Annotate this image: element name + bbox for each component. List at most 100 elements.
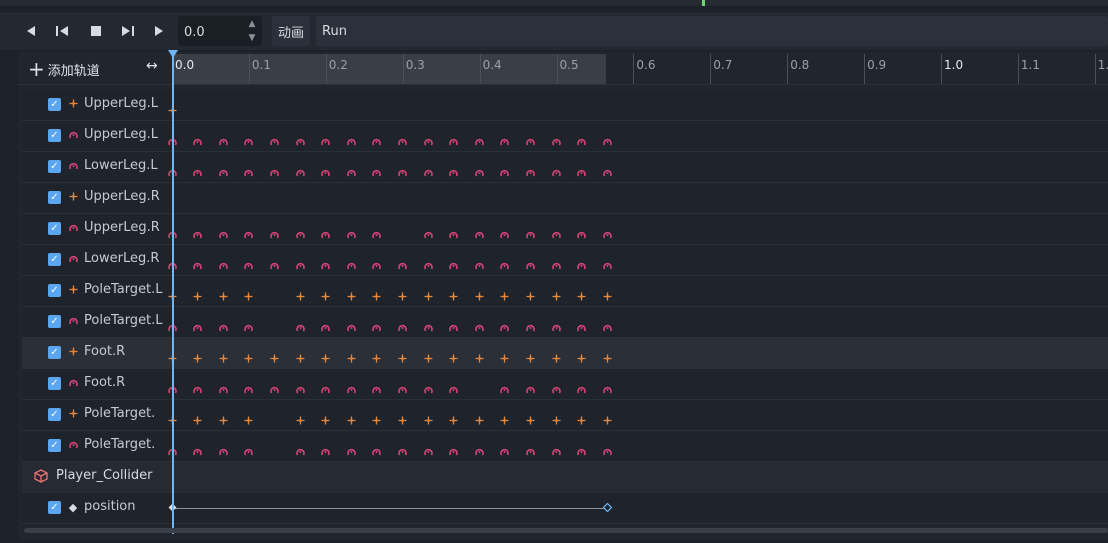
keyframe[interactable] bbox=[398, 410, 407, 425]
keyframe[interactable] bbox=[219, 410, 228, 425]
keyframe[interactable] bbox=[218, 441, 228, 456]
keyframe[interactable] bbox=[347, 286, 356, 301]
keyframe[interactable] bbox=[372, 162, 382, 177]
step-forward-button[interactable] bbox=[114, 20, 140, 42]
increment-icon[interactable]: ▲ bbox=[244, 17, 260, 31]
playhead-handle-icon[interactable] bbox=[168, 50, 178, 58]
keyframe[interactable] bbox=[474, 317, 484, 332]
keyframe[interactable] bbox=[398, 441, 407, 456]
keyframe[interactable] bbox=[552, 348, 561, 363]
keyframe[interactable] bbox=[372, 255, 382, 270]
keyframe[interactable] bbox=[424, 286, 433, 301]
keyframe[interactable] bbox=[244, 286, 253, 301]
keyframe[interactable] bbox=[398, 348, 407, 363]
stop-button[interactable] bbox=[83, 20, 109, 42]
keyframe[interactable] bbox=[372, 317, 382, 332]
keyframe[interactable] bbox=[244, 348, 253, 363]
keyframe[interactable] bbox=[449, 410, 458, 425]
keyframe[interactable] bbox=[526, 441, 535, 456]
keyframe[interactable] bbox=[449, 348, 458, 363]
track-row[interactable]: ✓ UpperLeg.R bbox=[22, 183, 1108, 214]
track-row[interactable]: ✓ UpperLeg.R bbox=[22, 214, 1108, 245]
keyframe[interactable] bbox=[321, 441, 330, 456]
step-backward-button[interactable] bbox=[50, 20, 76, 42]
keyframe[interactable] bbox=[602, 503, 612, 512]
keyframe[interactable] bbox=[423, 224, 433, 239]
keyframe[interactable] bbox=[193, 286, 202, 301]
keyframe[interactable] bbox=[372, 286, 381, 301]
keyframe[interactable] bbox=[526, 286, 535, 301]
track-enabled-checkbox[interactable]: ✓ bbox=[48, 315, 61, 328]
keyframe[interactable] bbox=[449, 224, 458, 239]
track-enabled-checkbox[interactable]: ✓ bbox=[48, 253, 61, 266]
keyframe[interactable] bbox=[551, 131, 561, 146]
keyframe[interactable] bbox=[449, 131, 458, 146]
keyframe[interactable] bbox=[346, 224, 356, 239]
keyframe[interactable] bbox=[295, 317, 305, 332]
horizontal-scrollbar[interactable] bbox=[24, 528, 1108, 533]
keyframe[interactable] bbox=[577, 224, 586, 239]
keyframe[interactable] bbox=[244, 224, 254, 239]
track-enabled-checkbox[interactable]: ✓ bbox=[48, 222, 61, 235]
keyframe[interactable] bbox=[244, 379, 254, 394]
keyframe[interactable] bbox=[218, 379, 228, 394]
keyframe[interactable] bbox=[603, 410, 612, 425]
keyframe[interactable] bbox=[295, 441, 305, 456]
keyframe[interactable] bbox=[295, 379, 305, 394]
keyframe[interactable] bbox=[551, 379, 561, 394]
keyframe[interactable] bbox=[551, 255, 561, 270]
keyframe[interactable] bbox=[270, 162, 279, 177]
keyframe[interactable] bbox=[603, 348, 612, 363]
keyframe[interactable] bbox=[602, 317, 612, 332]
track-row[interactable]: ✓ Foot.R bbox=[22, 338, 1108, 369]
keyframe[interactable] bbox=[347, 348, 356, 363]
track-row[interactable]: ✓ UpperLeg.L bbox=[22, 90, 1108, 121]
keyframe[interactable] bbox=[321, 317, 330, 332]
keyframe[interactable] bbox=[270, 224, 279, 239]
keyframe[interactable] bbox=[321, 255, 330, 270]
keyframe[interactable] bbox=[270, 379, 279, 394]
keyframe[interactable] bbox=[500, 348, 509, 363]
keyframe[interactable] bbox=[218, 317, 228, 332]
keyframe[interactable] bbox=[474, 224, 484, 239]
keyframe[interactable] bbox=[346, 162, 356, 177]
track-row[interactable]: ✓ PoleTarget. bbox=[22, 431, 1108, 462]
keyframe[interactable] bbox=[423, 131, 433, 146]
keyframe[interactable] bbox=[193, 441, 202, 456]
keyframe[interactable] bbox=[577, 317, 586, 332]
keyframe[interactable] bbox=[526, 410, 535, 425]
keyframe[interactable] bbox=[270, 255, 279, 270]
keyframe[interactable] bbox=[449, 379, 458, 394]
keyframe[interactable] bbox=[552, 410, 561, 425]
keyframe[interactable] bbox=[551, 441, 561, 456]
keyframe[interactable] bbox=[602, 441, 612, 456]
keyframe[interactable] bbox=[218, 224, 228, 239]
keyframe[interactable] bbox=[423, 162, 433, 177]
track-row[interactable]: ✓ ◆ position bbox=[22, 493, 1108, 524]
keyframe[interactable] bbox=[398, 286, 407, 301]
keyframe[interactable] bbox=[500, 410, 509, 425]
keyframe[interactable] bbox=[474, 162, 484, 177]
keyframe[interactable] bbox=[244, 410, 253, 425]
keyframe[interactable] bbox=[423, 317, 433, 332]
keyframe[interactable] bbox=[321, 286, 330, 301]
keyframe[interactable] bbox=[500, 162, 510, 177]
keyframe[interactable] bbox=[398, 317, 407, 332]
keyframe[interactable] bbox=[500, 224, 510, 239]
keyframe[interactable] bbox=[193, 379, 202, 394]
keyframe[interactable] bbox=[346, 131, 356, 146]
keyframe[interactable] bbox=[475, 348, 484, 363]
keyframe[interactable] bbox=[577, 441, 586, 456]
track-enabled-checkbox[interactable]: ✓ bbox=[48, 191, 61, 204]
add-track-button[interactable]: + 添加轨道 bbox=[28, 58, 100, 80]
keyframe[interactable] bbox=[526, 224, 535, 239]
keyframe[interactable] bbox=[193, 162, 202, 177]
track-enabled-checkbox[interactable]: ✓ bbox=[48, 439, 61, 452]
keyframe[interactable] bbox=[193, 410, 202, 425]
keyframe[interactable] bbox=[500, 317, 510, 332]
keyframe[interactable] bbox=[244, 441, 254, 456]
keyframe[interactable] bbox=[424, 348, 433, 363]
keyframe[interactable] bbox=[218, 255, 228, 270]
keyframe[interactable] bbox=[500, 131, 510, 146]
keyframe[interactable] bbox=[500, 286, 509, 301]
